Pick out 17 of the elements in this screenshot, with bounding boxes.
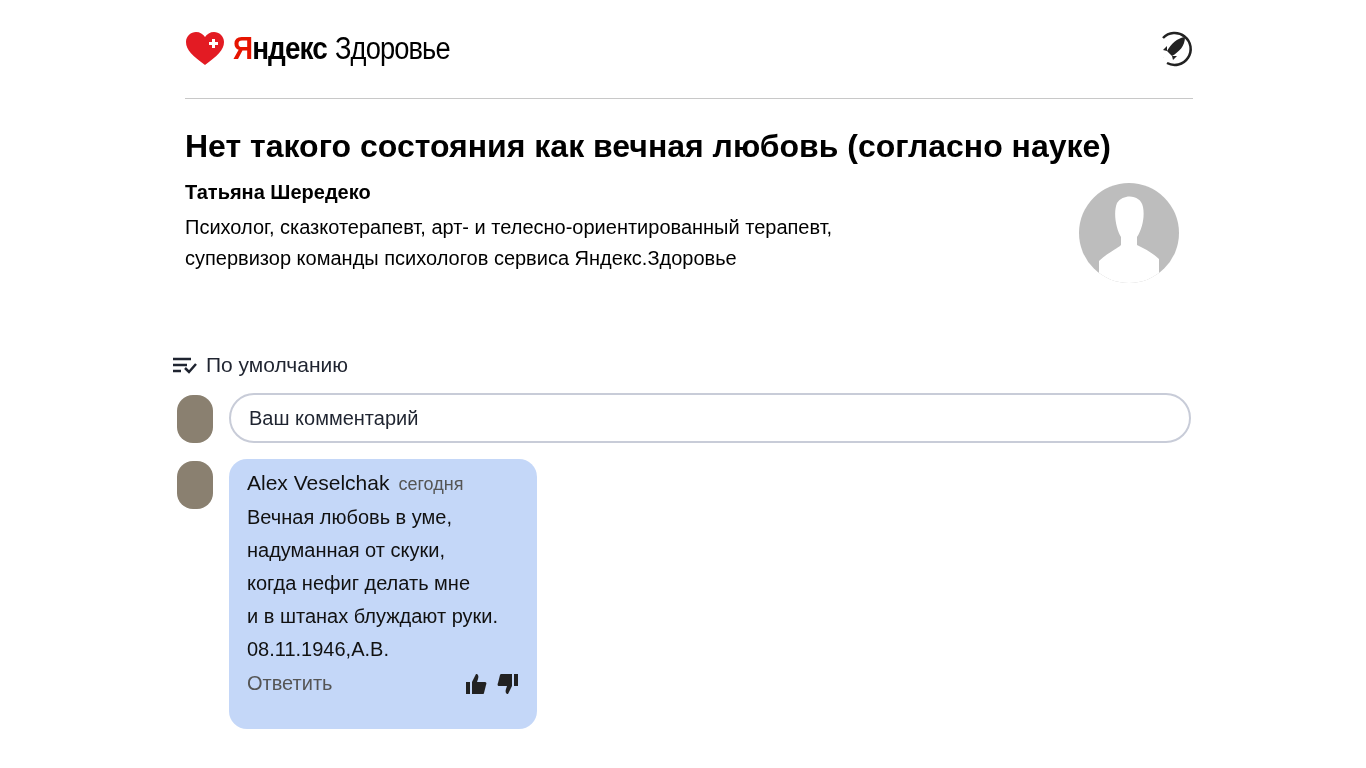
sort-icon[interactable] — [172, 356, 198, 374]
author-bio: Психолог, сказкотерапевт, арт- и телесно-ориентированный терапевт, супервизор команды психологов сервиса Яндекс.Здоровье — [185, 215, 833, 271]
comment-time: сегодня — [398, 474, 464, 495]
author-name: Татьяна Шередеко — [185, 181, 372, 204]
commenter-photo — [177, 461, 213, 509]
sort-option[interactable]: По умолчанию — [206, 353, 349, 377]
comment-input[interactable]: Ваш комментарий — [229, 393, 1191, 443]
user-photo — [177, 395, 213, 443]
reply-link[interactable]: Ответить — [247, 672, 333, 695]
logo-service-text: Здоровье — [335, 31, 451, 67]
comment-author[interactable]: Alex Veselchak — [247, 471, 390, 495]
logo-brand-text: Яндекс — [233, 31, 327, 67]
comment-text: Вечная любовь в уме, надуманная от скуки, когда нефиг делать мне и в штанах блуждают руки. 08.11.1946,А.В. — [247, 505, 499, 662]
thumbs-down-icon[interactable] — [497, 672, 519, 695]
heart-icon — [185, 32, 225, 66]
article-title: Нет такого состояния как вечная любовь (согласно науке) — [185, 127, 1112, 166]
thumbs-up-icon[interactable] — [465, 672, 487, 695]
